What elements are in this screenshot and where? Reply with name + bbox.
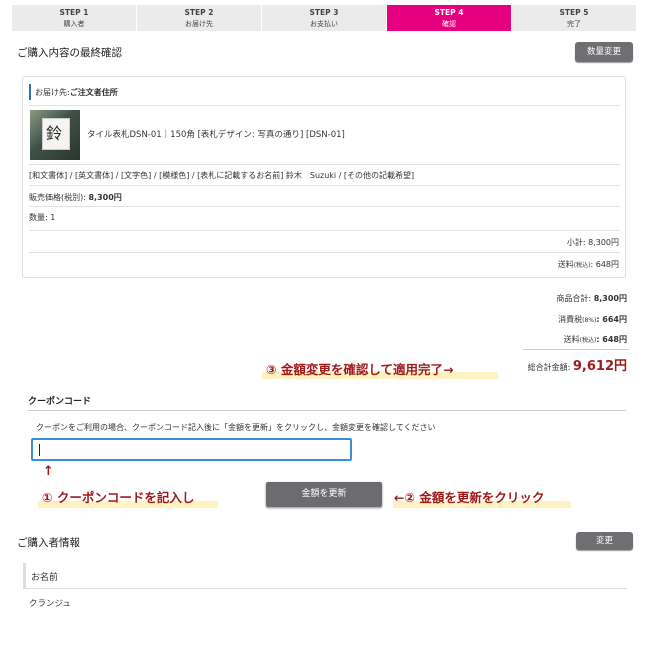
price-value: 8,300円	[88, 193, 122, 202]
qty-label: 数量:	[29, 213, 48, 222]
grand-total-label: 総合計金額:	[527, 363, 571, 372]
checkout-steps: STEP 1 購入者 STEP 2 お届け先 STEP 3 お支払い STEP 4 確認…	[12, 5, 637, 31]
annotation-arrow-up: ↑	[43, 464, 54, 479]
confirm-title: ご購入内容の最終確認	[17, 47, 122, 59]
step-2: STEP 2 お届け先	[137, 5, 262, 31]
summary-shipping-row: 送料(税込): 648円	[564, 334, 627, 345]
divider	[29, 206, 620, 207]
qty-row: 数量: 1	[29, 212, 55, 223]
annotation-step2: ←② 金額を更新をクリック	[394, 490, 545, 505]
divider	[29, 164, 620, 165]
product-options: [和文書体] / [英文書体] / [文字色] / [模様色] / [表札に記載…	[29, 171, 415, 180]
delivery-value: ご注文者住所	[69, 88, 118, 97]
buyer-name-header: お名前	[23, 563, 627, 589]
price-row: 販売価格(税別): 8,300円	[29, 192, 122, 203]
step-5: STEP 5 完了	[512, 5, 637, 31]
divider	[28, 410, 626, 411]
price-label: 販売価格(税別):	[29, 193, 86, 202]
step-1: STEP 1 購入者	[12, 5, 137, 31]
buyer-change-button[interactable]: 変更	[576, 532, 633, 550]
step-3: STEP 3 お支払い	[262, 5, 387, 31]
goods-total-row: 商品合計: 8,300円	[556, 293, 627, 304]
coupon-title: クーポンコード	[28, 397, 92, 407]
name-label: お名前	[31, 573, 59, 583]
card-shipping-value: : 648円	[590, 260, 619, 269]
coupon-code-input[interactable]	[31, 438, 352, 461]
divider	[29, 105, 620, 106]
nameplate-kanji-image: 鈴	[46, 124, 63, 143]
name-marker	[23, 563, 26, 588]
grand-total-value: 9,612円	[572, 359, 627, 374]
delivery-marker	[29, 84, 31, 100]
text-caret	[39, 444, 40, 456]
goods-total-label: 商品合計:	[556, 294, 592, 303]
subtotal-label: 小計:	[566, 238, 586, 247]
qty-value: 1	[50, 213, 56, 222]
name-value: クランジュ	[29, 599, 71, 609]
tax-label: 消費税	[558, 315, 583, 324]
annotation-step3: ③ 金額変更を確認して適用完了→	[266, 362, 454, 377]
step-4-active: STEP 4 確認	[387, 5, 512, 31]
change-quantity-button[interactable]: 数量変更	[575, 42, 633, 62]
grand-total-row: 総合計金額: 9,612円	[528, 355, 627, 374]
subtotal-value: 8,300円	[588, 238, 619, 247]
card-shipping-label: 送料	[557, 260, 574, 269]
tax-value: : 664円	[596, 315, 627, 324]
divider	[29, 252, 620, 253]
goods-total-value: 8,300円	[593, 294, 627, 303]
delivery-row: お届け先:ご注文者住所	[35, 87, 118, 98]
annotation-step1: ① クーポンコードを記入し	[42, 490, 195, 505]
tax-row: 消費税(8%): 664円	[558, 314, 627, 325]
summary-shipping-label: 送料	[563, 335, 580, 344]
divider	[523, 349, 629, 350]
update-amount-button[interactable]: 金額を更新	[266, 482, 382, 507]
product-thumbnail: 鈴	[30, 110, 80, 160]
coupon-description: クーポンをご利用の場合、クーポンコード記入後に「金額を更新」をクリックし、金額変…	[36, 423, 436, 432]
divider	[29, 230, 620, 231]
delivery-label: お届け先:	[35, 88, 70, 97]
tax-rate: (8%)	[582, 317, 597, 324]
summary-shipping-tax: (税込)	[579, 337, 597, 344]
product-name: タイル表札DSN-01｜150角 [表札デザイン: 写真の通り] [DSN-01…	[87, 130, 345, 140]
divider	[29, 185, 620, 186]
buyer-info-title: ご購入者情報	[17, 537, 80, 549]
card-shipping-row: 送料(税込): 648円	[558, 259, 619, 270]
summary-shipping-value: : 648円	[596, 335, 627, 344]
card-shipping-tax: (税込)	[573, 262, 591, 269]
subtotal-row: 小計: 8,300円	[567, 237, 619, 248]
